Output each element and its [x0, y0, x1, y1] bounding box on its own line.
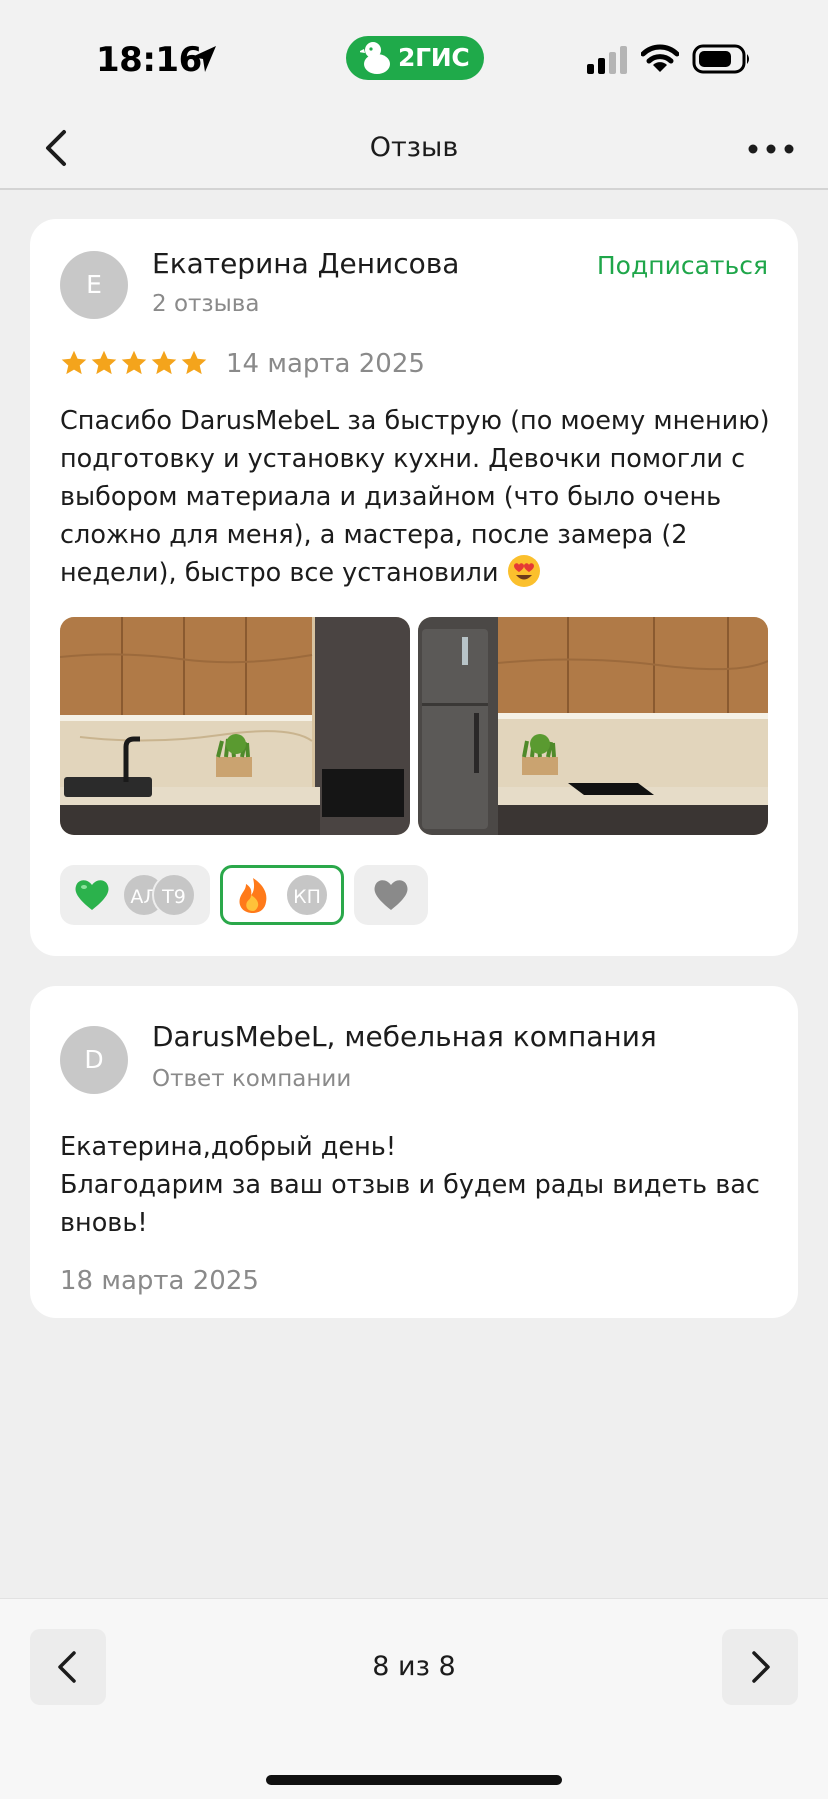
page-title: Отзыв: [369, 132, 459, 163]
gray-heart-icon: [374, 880, 408, 910]
star-icon: [61, 350, 87, 375]
brand-name: 2ГИС: [398, 43, 470, 72]
kitchen-photo-1: [60, 617, 410, 835]
wifi-icon: [641, 44, 679, 72]
subscribe-button[interactable]: Подписаться: [597, 251, 768, 280]
kitchen-photo-2: [418, 617, 768, 835]
bottom-pager-bar: 8 из 8: [0, 1598, 828, 1799]
battery-icon: [692, 44, 749, 74]
reaction-green-heart[interactable]: АЛ Т9: [60, 865, 210, 925]
nav-bar: Отзыв: [0, 108, 828, 190]
review-photo-1[interactable]: [60, 617, 410, 835]
star-icon: [151, 350, 177, 375]
rating-stars: [60, 349, 208, 377]
reply-text: Екатерина,добрый день! Благодарим за ваш…: [60, 1132, 760, 1238]
reply-role-label: Ответ компании: [152, 1066, 352, 1092]
star-icon: [91, 350, 117, 375]
author-review-count: 2 отзыва: [152, 291, 260, 317]
cellular-signal-icon: [587, 46, 627, 74]
fire-icon: [239, 878, 267, 913]
avatar[interactable]: Е: [60, 251, 128, 319]
status-time: 18:16: [96, 40, 202, 80]
reaction-user-avatar: Т9: [152, 873, 196, 917]
review-card: Е Екатерина Денисова 2 отзыва Подписатьс…: [30, 219, 798, 956]
reaction-fire[interactable]: КП: [220, 865, 344, 925]
green-heart-icon: [75, 880, 109, 910]
heart-eyes-emoji-icon: [507, 555, 540, 587]
review-text-body: Спасибо DarusMebeL за быструю (по моему …: [60, 406, 770, 588]
status-bar: 18:16 2ГИС: [0, 0, 828, 108]
duck-logo-icon: [360, 42, 390, 74]
star-icon: [181, 350, 207, 375]
author-name[interactable]: Екатерина Денисова: [152, 247, 459, 280]
reaction-user-avatar: КП: [285, 873, 329, 917]
company-name[interactable]: DarusMebeL, мебельная компания: [152, 1020, 657, 1053]
reply-date: 18 марта 2025: [60, 1266, 259, 1296]
brand-badge[interactable]: 2ГИС: [346, 36, 484, 80]
review-date: 14 марта 2025: [226, 349, 425, 379]
location-arrow-icon: [192, 46, 216, 72]
next-review-button[interactable]: [722, 1629, 798, 1705]
more-options-button[interactable]: [746, 134, 796, 164]
company-reply-card: D DarusMebeL, мебельная компания Ответ к…: [30, 986, 798, 1318]
reactions-bar: АЛ Т9 КП: [60, 865, 428, 925]
chevron-right-icon: [752, 1651, 770, 1683]
avatar[interactable]: D: [60, 1026, 128, 1094]
review-photo-2[interactable]: [418, 617, 768, 835]
pager-position: 8 из 8: [372, 1651, 456, 1682]
reaction-add-heart[interactable]: [354, 865, 428, 925]
review-text: Спасибо DarusMebeL за быструю (по моему …: [60, 402, 772, 592]
home-indicator[interactable]: [266, 1775, 562, 1785]
star-icon: [121, 350, 147, 375]
